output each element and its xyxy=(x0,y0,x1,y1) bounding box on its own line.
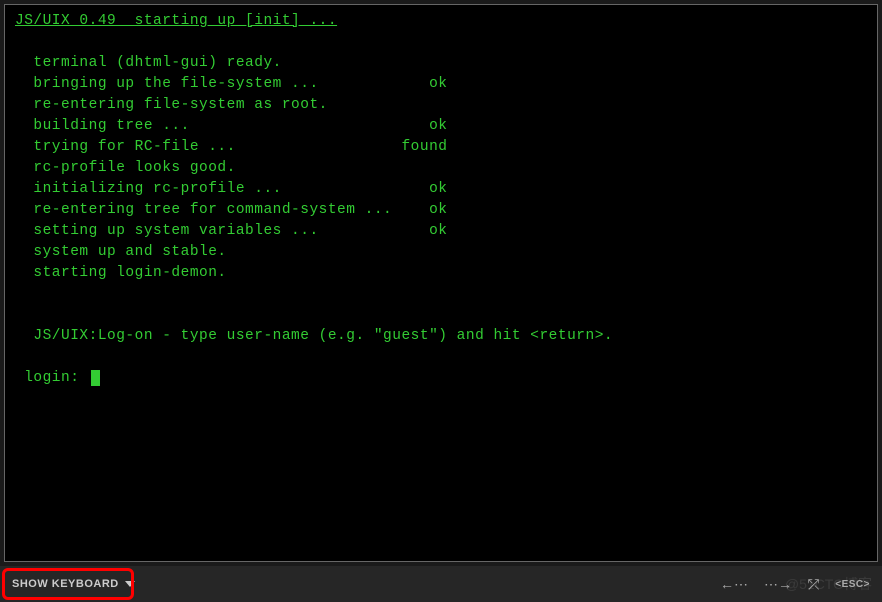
chevron-down-icon xyxy=(125,581,135,587)
history-back-button[interactable]: ←⋯ xyxy=(714,572,754,597)
terminal-cursor[interactable] xyxy=(91,370,100,386)
terminal-login-prompt: login: xyxy=(15,370,89,386)
arrow-right-icon: ⋯→ xyxy=(764,576,792,593)
status-bar: SHOW KEYBOARD ←⋯ ⋯→ ⤱ <ESC> xyxy=(0,566,882,602)
show-keyboard-button[interactable]: SHOW KEYBOARD xyxy=(6,572,143,596)
arrow-left-icon: ←⋯ xyxy=(720,576,748,593)
show-keyboard-label: SHOW KEYBOARD xyxy=(12,578,119,590)
swap-button[interactable]: ⤱ xyxy=(802,572,825,597)
escape-button[interactable]: <ESC> xyxy=(829,575,876,594)
cross-arrows-icon: ⤱ xyxy=(808,576,819,593)
terminal-body-lines: terminal (dhtml-gui) ready. bringing up … xyxy=(15,55,613,344)
history-forward-button[interactable]: ⋯→ xyxy=(758,572,798,597)
app-root: JS/UIX 0.49 starting up [init] ... termi… xyxy=(0,0,882,602)
status-bar-right: ←⋯ ⋯→ ⤱ <ESC> xyxy=(714,572,876,597)
terminal-output: JS/UIX 0.49 starting up [init] ... termi… xyxy=(15,11,867,389)
terminal-window[interactable]: JS/UIX 0.49 starting up [init] ... termi… xyxy=(4,4,878,562)
terminal-title-line: JS/UIX 0.49 starting up [init] ... xyxy=(15,13,337,29)
escape-label: <ESC> xyxy=(835,579,870,590)
